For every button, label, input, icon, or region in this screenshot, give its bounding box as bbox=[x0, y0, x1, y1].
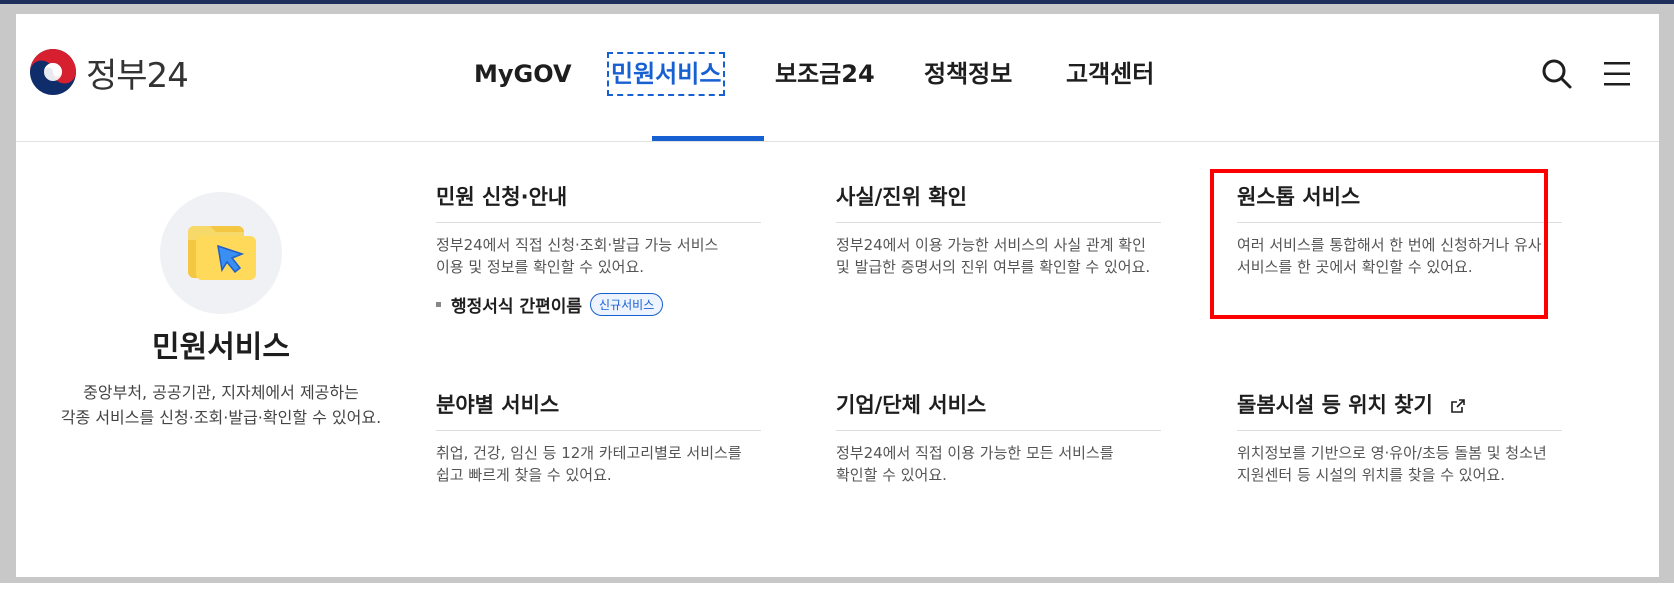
search-icon[interactable] bbox=[1539, 56, 1575, 92]
card-business-services: 기업/단체 서비스 정부24에서 직접 이용 가능한 모든 서비스를 확인할 수… bbox=[836, 389, 1161, 486]
nav-item-mygov[interactable]: MyGOV bbox=[472, 54, 574, 94]
main-nav: MyGOV 민원서비스 보조금24 정책정보 고객센터 bbox=[16, 14, 1659, 141]
card-desc-line: 정부24에서 직접 신청·조회·발급 가능 서비스 bbox=[436, 236, 719, 254]
card-desc-line: 쉽고 빠르게 찾을 수 있어요. bbox=[436, 466, 612, 484]
card-category-services: 분야별 서비스 취업, 건강, 임신 등 12개 카테고리별로 서비스를 쉽고 … bbox=[436, 389, 761, 486]
card-description: 정부24에서 이용 가능한 서비스의 사실 관계 확인 및 발급한 증명서의 진… bbox=[836, 234, 1161, 278]
site-header: 정부24 MyGOV 민원서비스 보조금24 정책정보 고객센터 bbox=[16, 14, 1659, 142]
card-desc-line: 이용 및 정보를 확인할 수 있어요. bbox=[436, 258, 645, 276]
nav-item-policy-info[interactable]: 정책정보 bbox=[922, 54, 1014, 94]
nav-item-customer-center[interactable]: 고객센터 bbox=[1064, 54, 1156, 94]
card-title[interactable]: 사실/진위 확인 bbox=[836, 181, 1161, 223]
card-desc-line: 위치정보를 기반으로 영·유아/초등 돌봄 및 청소년 bbox=[1237, 444, 1547, 462]
folder-cursor-icon bbox=[160, 192, 282, 314]
megamenu-panel: 정부24 MyGOV 민원서비스 보조금24 정책정보 고객센터 민원서비스 중… bbox=[16, 14, 1659, 577]
card-description: 취업, 건강, 임신 등 12개 카테고리별로 서비스를 쉽고 빠르게 찾을 수… bbox=[436, 442, 761, 486]
card-sublink[interactable]: 행정서식 간편이름 신규서비스 bbox=[436, 292, 761, 317]
intro-desc-line: 각종 서비스를 신청·조회·발급·확인할 수 있어요. bbox=[60, 408, 382, 427]
page-bottom-strip bbox=[0, 583, 1674, 593]
card-desc-line: 및 발급한 증명서의 진위 여부를 확인할 수 있어요. bbox=[836, 258, 1151, 276]
intro-title: 민원서비스 bbox=[152, 330, 290, 365]
card-title[interactable]: 민원 신청·안내 bbox=[436, 181, 761, 223]
card-title-text: 돌봄시설 등 위치 찾기 bbox=[1237, 393, 1433, 417]
intro-description: 중앙부처, 공공기관, 지자체에서 제공하는 각종 서비스를 신청·조회·발급·… bbox=[56, 380, 386, 430]
card-fact-verification: 사실/진위 확인 정부24에서 이용 가능한 서비스의 사실 관계 확인 및 발… bbox=[836, 181, 1161, 278]
card-description: 위치정보를 기반으로 영·유아/초등 돌봄 및 청소년 지원센터 등 시설의 위… bbox=[1237, 442, 1562, 486]
window-top-strip bbox=[0, 0, 1674, 4]
nav-item-subsidy24[interactable]: 보조금24 bbox=[773, 54, 877, 94]
card-title[interactable]: 돌봄시설 등 위치 찾기 bbox=[1237, 389, 1562, 431]
sublink-label: 행정서식 간편이름 bbox=[451, 297, 583, 317]
bullet-icon bbox=[436, 302, 441, 307]
intro-desc-line: 중앙부처, 공공기관, 지자체에서 제공하는 bbox=[83, 383, 359, 402]
section-intro: 민원서비스 중앙부처, 공공기관, 지자체에서 제공하는 각종 서비스를 신청·… bbox=[56, 192, 386, 430]
card-care-facility-finder: 돌봄시설 등 위치 찾기 위치정보를 기반으로 영·유아/초등 돌봄 및 청소년… bbox=[1237, 389, 1562, 486]
card-desc-line: 지원센터 등 시설의 위치를 찾을 수 있어요. bbox=[1237, 466, 1505, 484]
card-title[interactable]: 기업/단체 서비스 bbox=[836, 389, 1161, 431]
active-nav-underline bbox=[652, 136, 764, 141]
card-desc-line: 확인할 수 있어요. bbox=[836, 466, 947, 484]
card-description: 정부24에서 직접 이용 가능한 모든 서비스를 확인할 수 있어요. bbox=[836, 442, 1161, 486]
nav-item-civil-service[interactable]: 민원서비스 bbox=[606, 52, 726, 96]
external-link-icon bbox=[1451, 399, 1465, 413]
card-civil-application: 민원 신청·안내 정부24에서 직접 신청·조회·발급 가능 서비스 이용 및 … bbox=[436, 181, 761, 317]
new-service-badge: 신규서비스 bbox=[590, 293, 664, 316]
card-desc-line: 취업, 건강, 임신 등 12개 카테고리별로 서비스를 bbox=[436, 444, 742, 462]
card-title[interactable]: 분야별 서비스 bbox=[436, 389, 761, 431]
highlight-box bbox=[1210, 169, 1548, 319]
card-desc-line: 정부24에서 직접 이용 가능한 모든 서비스를 bbox=[836, 444, 1114, 462]
card-desc-line: 정부24에서 이용 가능한 서비스의 사실 관계 확인 bbox=[836, 236, 1146, 254]
card-description: 정부24에서 직접 신청·조회·발급 가능 서비스 이용 및 정보를 확인할 수… bbox=[436, 234, 761, 278]
menu-icon[interactable] bbox=[1602, 60, 1632, 88]
